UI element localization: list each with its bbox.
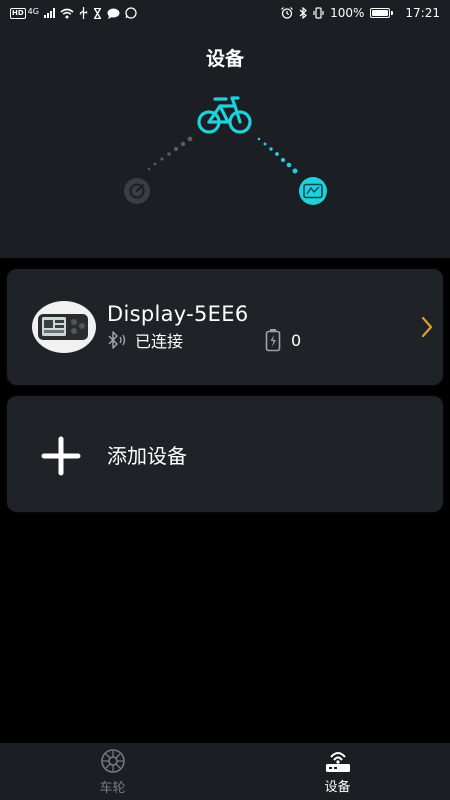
add-device-label: 添加设备 (107, 444, 187, 468)
vibrate-icon (313, 7, 324, 19)
device-icon (325, 751, 350, 772)
status-bar: HD 4G 100% 17:21 (0, 0, 450, 26)
connection-status-row: 已连接 (107, 328, 183, 352)
status-bar-right: 100% 17:21 (281, 6, 440, 20)
plus-icon (41, 436, 81, 476)
devices-header: 设备 (0, 26, 450, 258)
dim-connection-dots (147, 136, 193, 171)
battery-value: 0 (291, 330, 302, 350)
device-card[interactable]: Display-5EE6 已连接 0 (7, 269, 443, 385)
battery-icon (370, 8, 394, 18)
whatsapp-icon (125, 7, 137, 19)
battery-icon (265, 329, 281, 352)
battery-percent: 100% (330, 6, 365, 20)
alarm-icon (281, 7, 294, 19)
active-connection-dots (257, 137, 298, 174)
wifi-icon (60, 8, 74, 18)
hd-icon: HD (10, 7, 26, 19)
chevron-right-icon[interactable] (421, 316, 433, 338)
message-icon (107, 8, 120, 19)
signal-icon (43, 8, 55, 18)
network-type-label: 4G (27, 7, 39, 16)
nav-item-wheel[interactable]: 车轮 (0, 743, 225, 800)
usb-icon (79, 7, 88, 19)
speedometer-icon (124, 178, 150, 204)
device-name: Display-5EE6 (107, 302, 249, 326)
display-icon (299, 177, 327, 205)
add-device-button[interactable]: 添加设备 (7, 396, 443, 512)
display-device-thumbnail (32, 301, 96, 353)
hourglass-icon (93, 7, 102, 19)
bicycle-icon (197, 96, 252, 134)
bottom-nav: 车轮 设备 (0, 743, 450, 800)
bluetooth-icon (108, 331, 126, 349)
status-bar-left: HD 4G (10, 7, 137, 19)
nav-item-label: 车轮 (99, 780, 126, 796)
connection-diagram (124, 96, 327, 205)
connection-status: 已连接 (135, 332, 184, 351)
nav-item-device[interactable]: 设备 (225, 743, 450, 800)
bluetooth-icon (299, 7, 308, 19)
nav-item-label: 设备 (324, 779, 351, 795)
clock: 17:21 (405, 6, 440, 20)
device-battery-row: 0 (265, 328, 301, 352)
wheel-icon (100, 748, 125, 773)
